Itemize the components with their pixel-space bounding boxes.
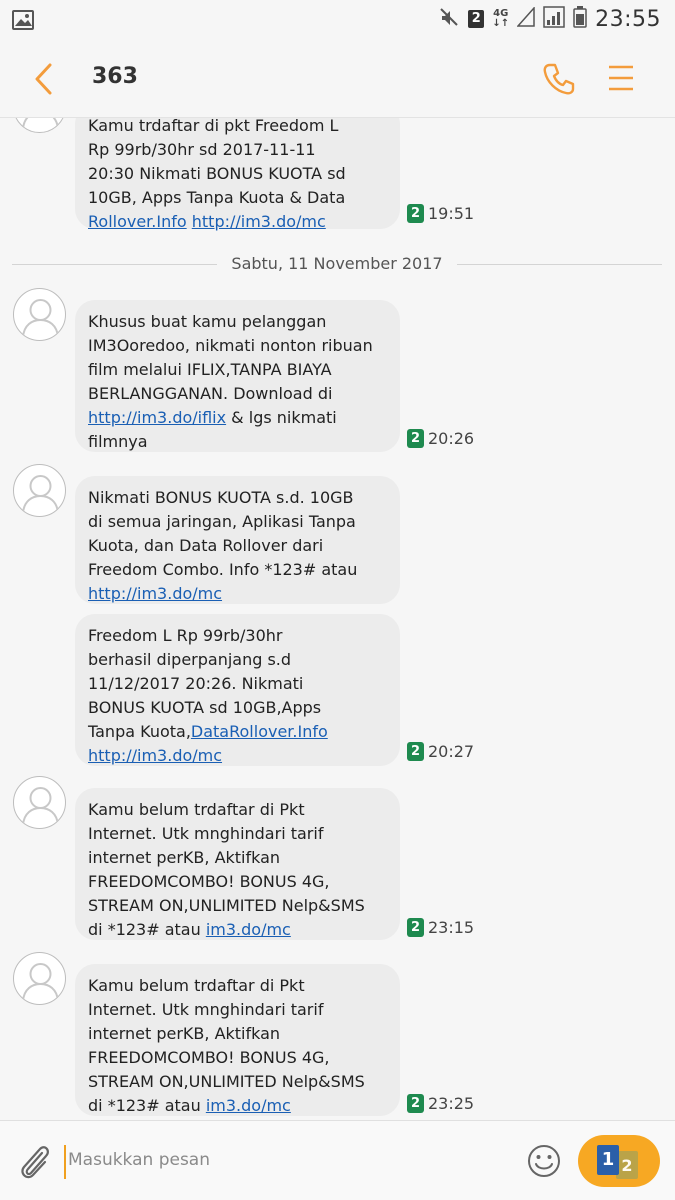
contact-name: 363 [92,64,138,89]
avatar [13,776,66,829]
sim-badge: 2 [407,742,424,761]
sim-badge: 2 [407,204,424,223]
avatar [13,464,66,517]
message-time: 20:27 [428,742,475,761]
back-icon[interactable] [30,62,60,96]
message-link[interactable]: http://im3.do/mc [88,584,222,603]
conversation-header: 363 [0,40,675,118]
avatar [13,118,66,133]
message-bubble[interactable]: Kamu trdaftar di pkt Freedom L Rp 99rb/3… [75,118,400,231]
message-meta: 2 20:26 [407,429,474,448]
message-time: 23:25 [428,1094,475,1113]
mute-icon [438,6,460,32]
message-meta: 2 23:25 [407,1094,474,1113]
message-meta: 2 20:27 [407,742,474,761]
message-meta: 2 23:15 [407,918,474,937]
message-bubble[interactable]: Kamu belum trdaftar di Pkt Internet. Utk… [75,964,400,1116]
attach-icon[interactable] [16,1141,52,1185]
phone-icon[interactable] [542,62,576,100]
message-time: 23:15 [428,918,475,937]
message-text: Kamu belum trdaftar di Pkt Internet. Utk… [88,976,365,1115]
gallery-notification-icon [12,10,34,34]
date-separator: Sabtu, 11 November 2017 [12,254,662,274]
compose-bar: Masukkan pesan 2 1 [0,1120,675,1200]
message-link[interactable]: Rollover.Info [88,212,187,231]
sim1-send-icon: 1 [597,1145,619,1175]
emoji-icon[interactable] [526,1143,562,1183]
sim-badge: 2 [407,918,424,937]
message-text: Kamu belum trdaftar di Pkt Internet. Utk… [88,800,365,939]
message-text: Kamu trdaftar di pkt Freedom L Rp 99rb/3… [88,118,346,207]
sim2-send-icon: 2 [616,1151,638,1179]
avatar [13,288,66,341]
message-link[interactable]: im3.do/mc [206,1096,291,1115]
message-bubble[interactable]: Kamu belum trdaftar di Pkt Internet. Utk… [75,788,400,940]
network-type-icon: 4G ↓↑ [492,8,510,29]
sim-badge: 2 [407,1094,424,1113]
signal-icon-1 [516,6,535,31]
message-bubble[interactable]: Freedom L Rp 99rb/30hr berhasil diperpan… [75,614,400,766]
message-link[interactable]: DataRollover.Info [191,722,328,741]
message-link[interactable]: http://im3.do/mc [88,746,222,765]
battery-icon [573,6,587,32]
status-bar: 2 4G ↓↑ 23:55 [0,0,675,40]
send-button[interactable]: 2 1 [578,1135,660,1187]
sim-indicator: 2 [468,10,485,28]
message-time: 20:26 [428,429,475,448]
message-link[interactable]: http://im3.do/mc [192,212,326,231]
message-meta: 2 19:51 [407,204,474,223]
menu-icon[interactable] [608,64,634,96]
message-bubble[interactable]: Khusus buat kamu pelanggan IM3Ooredoo, n… [75,300,400,452]
message-bubble[interactable]: Nikmati BONUS KUOTA s.d. 10GB di semua j… [75,476,400,604]
message-link[interactable]: im3.do/mc [206,920,291,939]
network-type-label: 4G [493,8,509,19]
message-list[interactable]: Kamu trdaftar di pkt Freedom L Rp 99rb/3… [0,118,675,1120]
signal-icon-2 [543,6,565,32]
message-text: Khusus buat kamu pelanggan IM3Ooredoo, n… [88,312,373,403]
message-text: Nikmati BONUS KUOTA s.d. 10GB di semua j… [88,488,358,579]
clock: 23:55 [595,6,661,32]
message-link[interactable]: http://im3.do/iflix [88,408,226,427]
message-input[interactable]: Masukkan pesan [64,1145,504,1179]
message-time: 19:51 [428,204,475,223]
date-label: Sabtu, 11 November 2017 [217,254,457,273]
avatar [13,952,66,1005]
sim-badge: 2 [407,429,424,448]
date-separator-label: Sabtu, 11 November 2017 [12,254,662,273]
